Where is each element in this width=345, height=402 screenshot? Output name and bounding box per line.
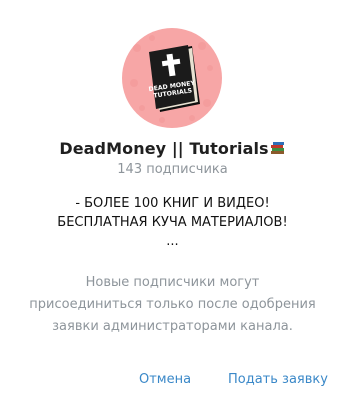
submit-request-button[interactable]: Подать заявку bbox=[228, 372, 328, 387]
subscriber-count: 143 подписчика bbox=[117, 162, 228, 177]
description-line: БЕСПЛАТНАЯ КУЧА МАТЕРИАЛОВ! bbox=[57, 215, 288, 230]
notice-line: Новые подписчики могут bbox=[85, 275, 260, 290]
join-channel-dialog: DEAD MONEY TUTORIALS DeadMoney || Tutori… bbox=[0, 0, 345, 402]
approval-notice: Новые подписчики могут присоединиться то… bbox=[0, 272, 345, 338]
description-line: ... bbox=[166, 234, 179, 249]
cancel-button[interactable]: Отмена bbox=[139, 372, 191, 387]
channel-name-row: DeadMoney || Tutorials bbox=[0, 139, 345, 160]
book-cross-icon: DEAD MONEY TUTORIALS bbox=[130, 35, 213, 123]
books-icon bbox=[270, 140, 286, 160]
description-line: - БОЛЕЕ 100 КНИГ И ВИДЕО! bbox=[75, 196, 270, 211]
notice-line: заявки администраторами канала. bbox=[52, 319, 293, 334]
channel-description: - БОЛЕЕ 100 КНИГ И ВИДЕО! БЕСПЛАТНАЯ КУЧ… bbox=[0, 194, 345, 251]
channel-name: DeadMoney || Tutorials bbox=[59, 139, 269, 158]
notice-line: присоединиться только после одобрения bbox=[29, 297, 316, 312]
channel-avatar: DEAD MONEY TUTORIALS bbox=[122, 28, 222, 128]
